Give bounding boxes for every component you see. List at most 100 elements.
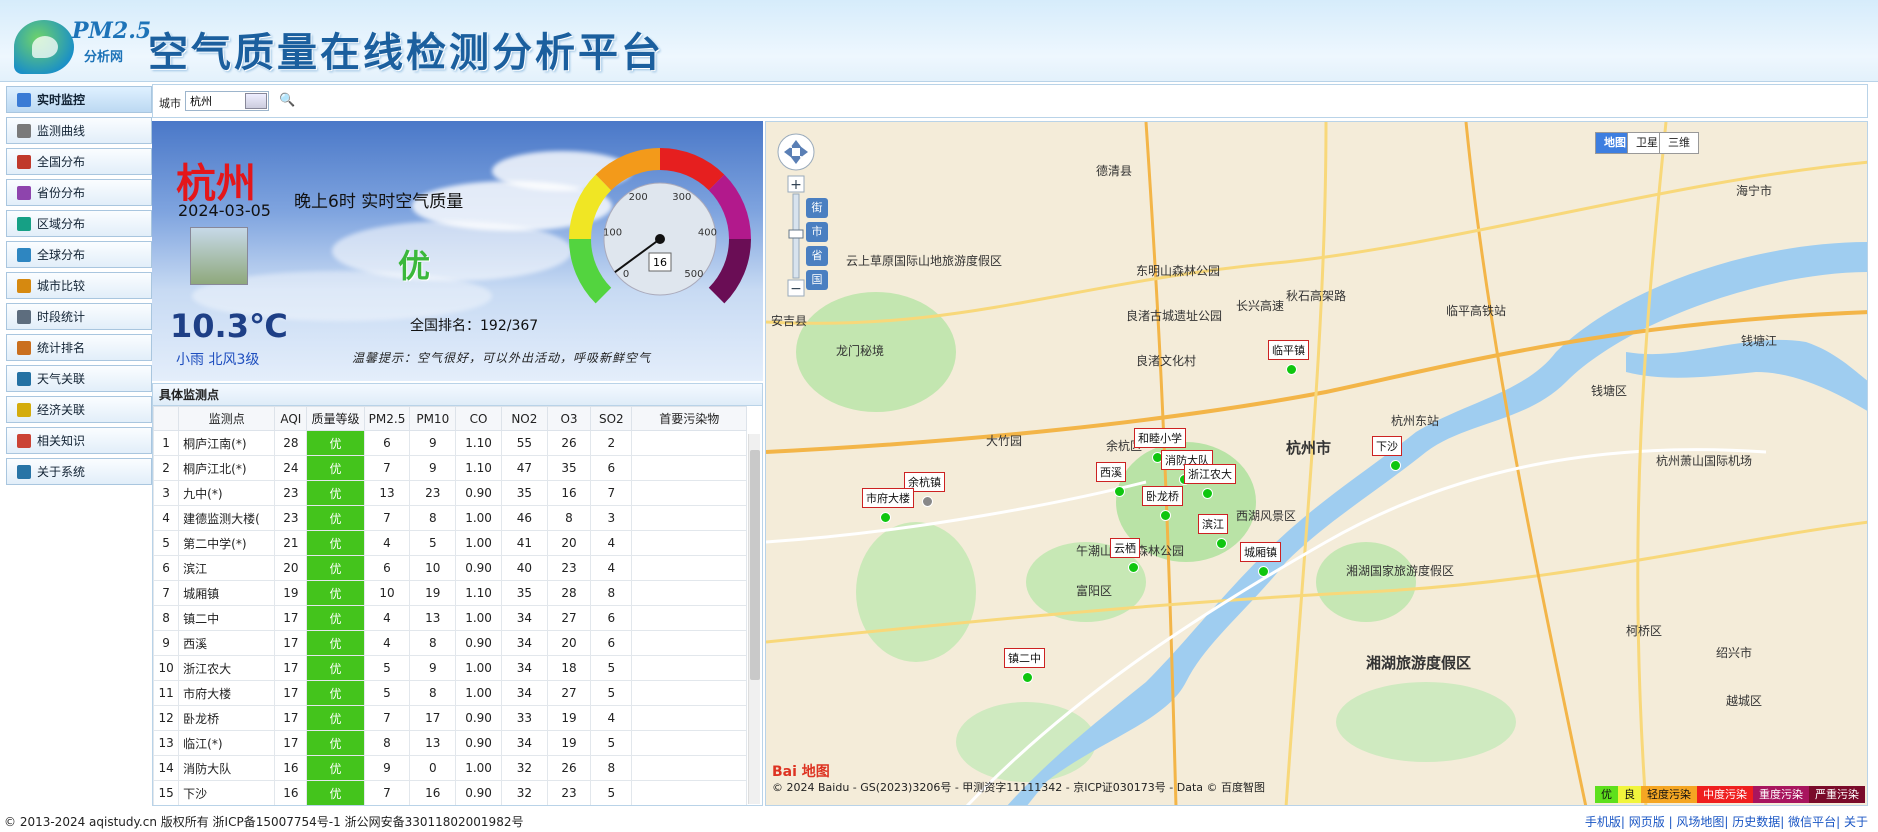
- table-row[interactable]: 13 临江(*) 17 优 8 13 0.90 34 19 5: [153, 730, 747, 756]
- footer-links[interactable]: 手机版| 网页版 | 风场地图| 历史数据| 微信平台| 关于: [1585, 812, 1868, 832]
- table-row[interactable]: 1 桐庐江南(*) 28 优 6 9 1.10 55 26 2: [153, 430, 747, 456]
- sidebar-item-6[interactable]: 全球分布: [6, 241, 152, 268]
- map-station-label[interactable]: 西溪: [1096, 462, 1126, 482]
- table-row[interactable]: 6 滨江 20 优 6 10 0.90 40 23 4: [153, 555, 747, 581]
- table-cell: [631, 505, 747, 531]
- map-station-label[interactable]: 浙江农大: [1184, 464, 1236, 484]
- sidebar-item-11[interactable]: 经济关联: [6, 396, 152, 423]
- sidebar-item-9[interactable]: 统计排名: [6, 334, 152, 361]
- column-header[interactable]: AQI: [274, 406, 308, 431]
- table-cell: 34: [500, 655, 548, 681]
- table-row[interactable]: 5 第二中学(*) 21 优 4 5 1.00 41 20 4: [153, 530, 747, 556]
- table-cell: 15: [153, 780, 180, 805]
- station-dot-icon[interactable]: [880, 512, 891, 523]
- table-row[interactable]: 3 九中(*) 23 优 13 23 0.90 35 16 7: [153, 480, 747, 506]
- column-header[interactable]: NO2: [500, 406, 548, 431]
- station-dot-icon[interactable]: [1216, 538, 1227, 549]
- table-cell: 5: [590, 680, 633, 706]
- map-place-label: 安吉县: [771, 314, 808, 328]
- table-row[interactable]: 12 卧龙桥 17 优 7 17 0.90 33 19 4: [153, 705, 747, 731]
- column-header[interactable]: 首要污染物: [631, 406, 747, 431]
- sidebar-item-5[interactable]: 区域分布: [6, 210, 152, 237]
- table-scrollbar[interactable]: [748, 434, 760, 804]
- map-station-label[interactable]: 镇二中: [1004, 648, 1045, 668]
- table-row[interactable]: 10 浙江农大 17 优 5 9 1.00 34 18 5: [153, 655, 747, 681]
- map-station-label[interactable]: 城厢镇: [1240, 542, 1281, 562]
- table-cell: 4: [363, 605, 411, 631]
- table-row[interactable]: 11 市府大楼 17 优 5 8 1.00 34 27 5: [153, 680, 747, 706]
- city-label: 城市: [159, 97, 181, 110]
- map-station-label[interactable]: 和睦小学: [1134, 428, 1186, 448]
- table-row[interactable]: 14 消防大队 16 优 9 0 1.00 32 26 8: [153, 755, 747, 781]
- table-cell: 5: [153, 530, 180, 556]
- table-row[interactable]: 8 镇二中 17 优 4 13 1.00 34 27 6: [153, 605, 747, 631]
- sidebar-item-2[interactable]: 监测曲线: [6, 117, 152, 144]
- city-picker-icon[interactable]: [245, 93, 267, 109]
- column-header[interactable]: [153, 406, 180, 431]
- city-search-bar: 城市 🔍: [152, 84, 1868, 118]
- table-cell: [631, 555, 747, 581]
- map-level-button[interactable]: 市: [806, 222, 828, 242]
- column-header[interactable]: CO: [455, 406, 502, 431]
- sidebar-item-13[interactable]: 关于系统: [6, 458, 152, 485]
- baidu-map-logo[interactable]: Bai 地图: [772, 761, 830, 781]
- station-dot-icon[interactable]: [922, 496, 933, 507]
- table-row[interactable]: 2 桐庐江北(*) 24 优 7 9 1.10 47 35 6: [153, 455, 747, 481]
- table-cell: 5: [363, 655, 411, 681]
- table-row[interactable]: 9 西溪 17 优 4 8 0.90 34 20 6: [153, 630, 747, 656]
- sidebar-item-7[interactable]: 城市比较: [6, 272, 152, 299]
- globe-icon: [17, 247, 31, 262]
- table-row[interactable]: 4 建德监测大楼(23 优 7 8 1.00 46 8 3: [153, 505, 747, 531]
- map-level-button[interactable]: 街: [806, 198, 828, 218]
- sidebar-item-4[interactable]: 省份分布: [6, 179, 152, 206]
- table-cell: 优: [306, 605, 365, 631]
- column-header[interactable]: PM10: [409, 406, 457, 431]
- station-dot-icon[interactable]: [1022, 672, 1033, 683]
- sidebar-item-12[interactable]: 相关知识: [6, 427, 152, 454]
- station-dot-icon[interactable]: [1390, 460, 1401, 471]
- table-cell: [631, 455, 747, 481]
- legend-item: 中度污染: [1697, 786, 1753, 803]
- station-dot-icon[interactable]: [1202, 488, 1213, 499]
- column-header[interactable]: 质量等级: [306, 406, 365, 431]
- scrollbar-thumb[interactable]: [750, 450, 760, 680]
- map-station-label[interactable]: 滨江: [1198, 514, 1228, 534]
- map-level-button[interactable]: 国: [806, 270, 828, 290]
- search-icon[interactable]: 🔍: [279, 93, 295, 108]
- column-header[interactable]: SO2: [590, 406, 633, 431]
- sidebar-item-8[interactable]: 时段统计: [6, 303, 152, 330]
- map-station-label[interactable]: 云栖: [1110, 538, 1140, 558]
- table-row[interactable]: 15 下沙 16 优 7 16 0.90 32 23 5: [153, 780, 747, 805]
- column-header[interactable]: 监测点: [178, 406, 276, 431]
- sidebar-item-10[interactable]: 天气关联: [6, 365, 152, 392]
- city-map[interactable]: + − 街市省国 地图 卫星 三维 德清县 海宁市 长兴高速 秋石高架路 钱塘区 钱塘江 杭州东…: [765, 121, 1868, 806]
- sidebar-item-1[interactable]: 实时监控: [6, 86, 152, 113]
- column-header[interactable]: O3: [546, 406, 592, 431]
- map-level-button[interactable]: 省: [806, 246, 828, 266]
- station-dot-icon[interactable]: [1258, 566, 1269, 577]
- map-station-label[interactable]: 下沙: [1372, 436, 1402, 456]
- station-dot-icon[interactable]: [1160, 510, 1171, 521]
- table-cell: 18: [546, 655, 592, 681]
- sidebar-item-label: 全国分布: [37, 155, 86, 169]
- column-header[interactable]: PM2.5: [363, 406, 411, 431]
- map-place-label: 柯桥区: [1626, 624, 1663, 638]
- gauge-segment: [708, 174, 751, 240]
- station-dot-icon[interactable]: [1286, 364, 1297, 375]
- table-cell: 4: [363, 630, 411, 656]
- leaf-logo-icon: [14, 20, 74, 74]
- map-station-label[interactable]: 市府大楼: [862, 488, 914, 508]
- station-dot-icon[interactable]: [1114, 486, 1125, 497]
- sidebar-item-label: 关于系统: [37, 465, 86, 479]
- sidebar-item-label: 区域分布: [37, 217, 86, 231]
- map-station-label[interactable]: 临平镇: [1268, 340, 1309, 360]
- map-station-label[interactable]: 卧龙桥: [1142, 486, 1183, 506]
- table-row[interactable]: 7 城厢镇 19 优 10 19 1.10 35 28 8: [153, 580, 747, 606]
- sidebar-item-3[interactable]: 全国分布: [6, 148, 152, 175]
- legend-item: 轻度污染: [1641, 786, 1697, 803]
- map-type-3[interactable]: 三维: [1659, 132, 1699, 154]
- table-cell: 19: [546, 730, 592, 756]
- table-cell: 8: [409, 630, 457, 656]
- site-logo[interactable]: PM2.5 分析网: [14, 18, 151, 78]
- station-dot-icon[interactable]: [1128, 562, 1139, 573]
